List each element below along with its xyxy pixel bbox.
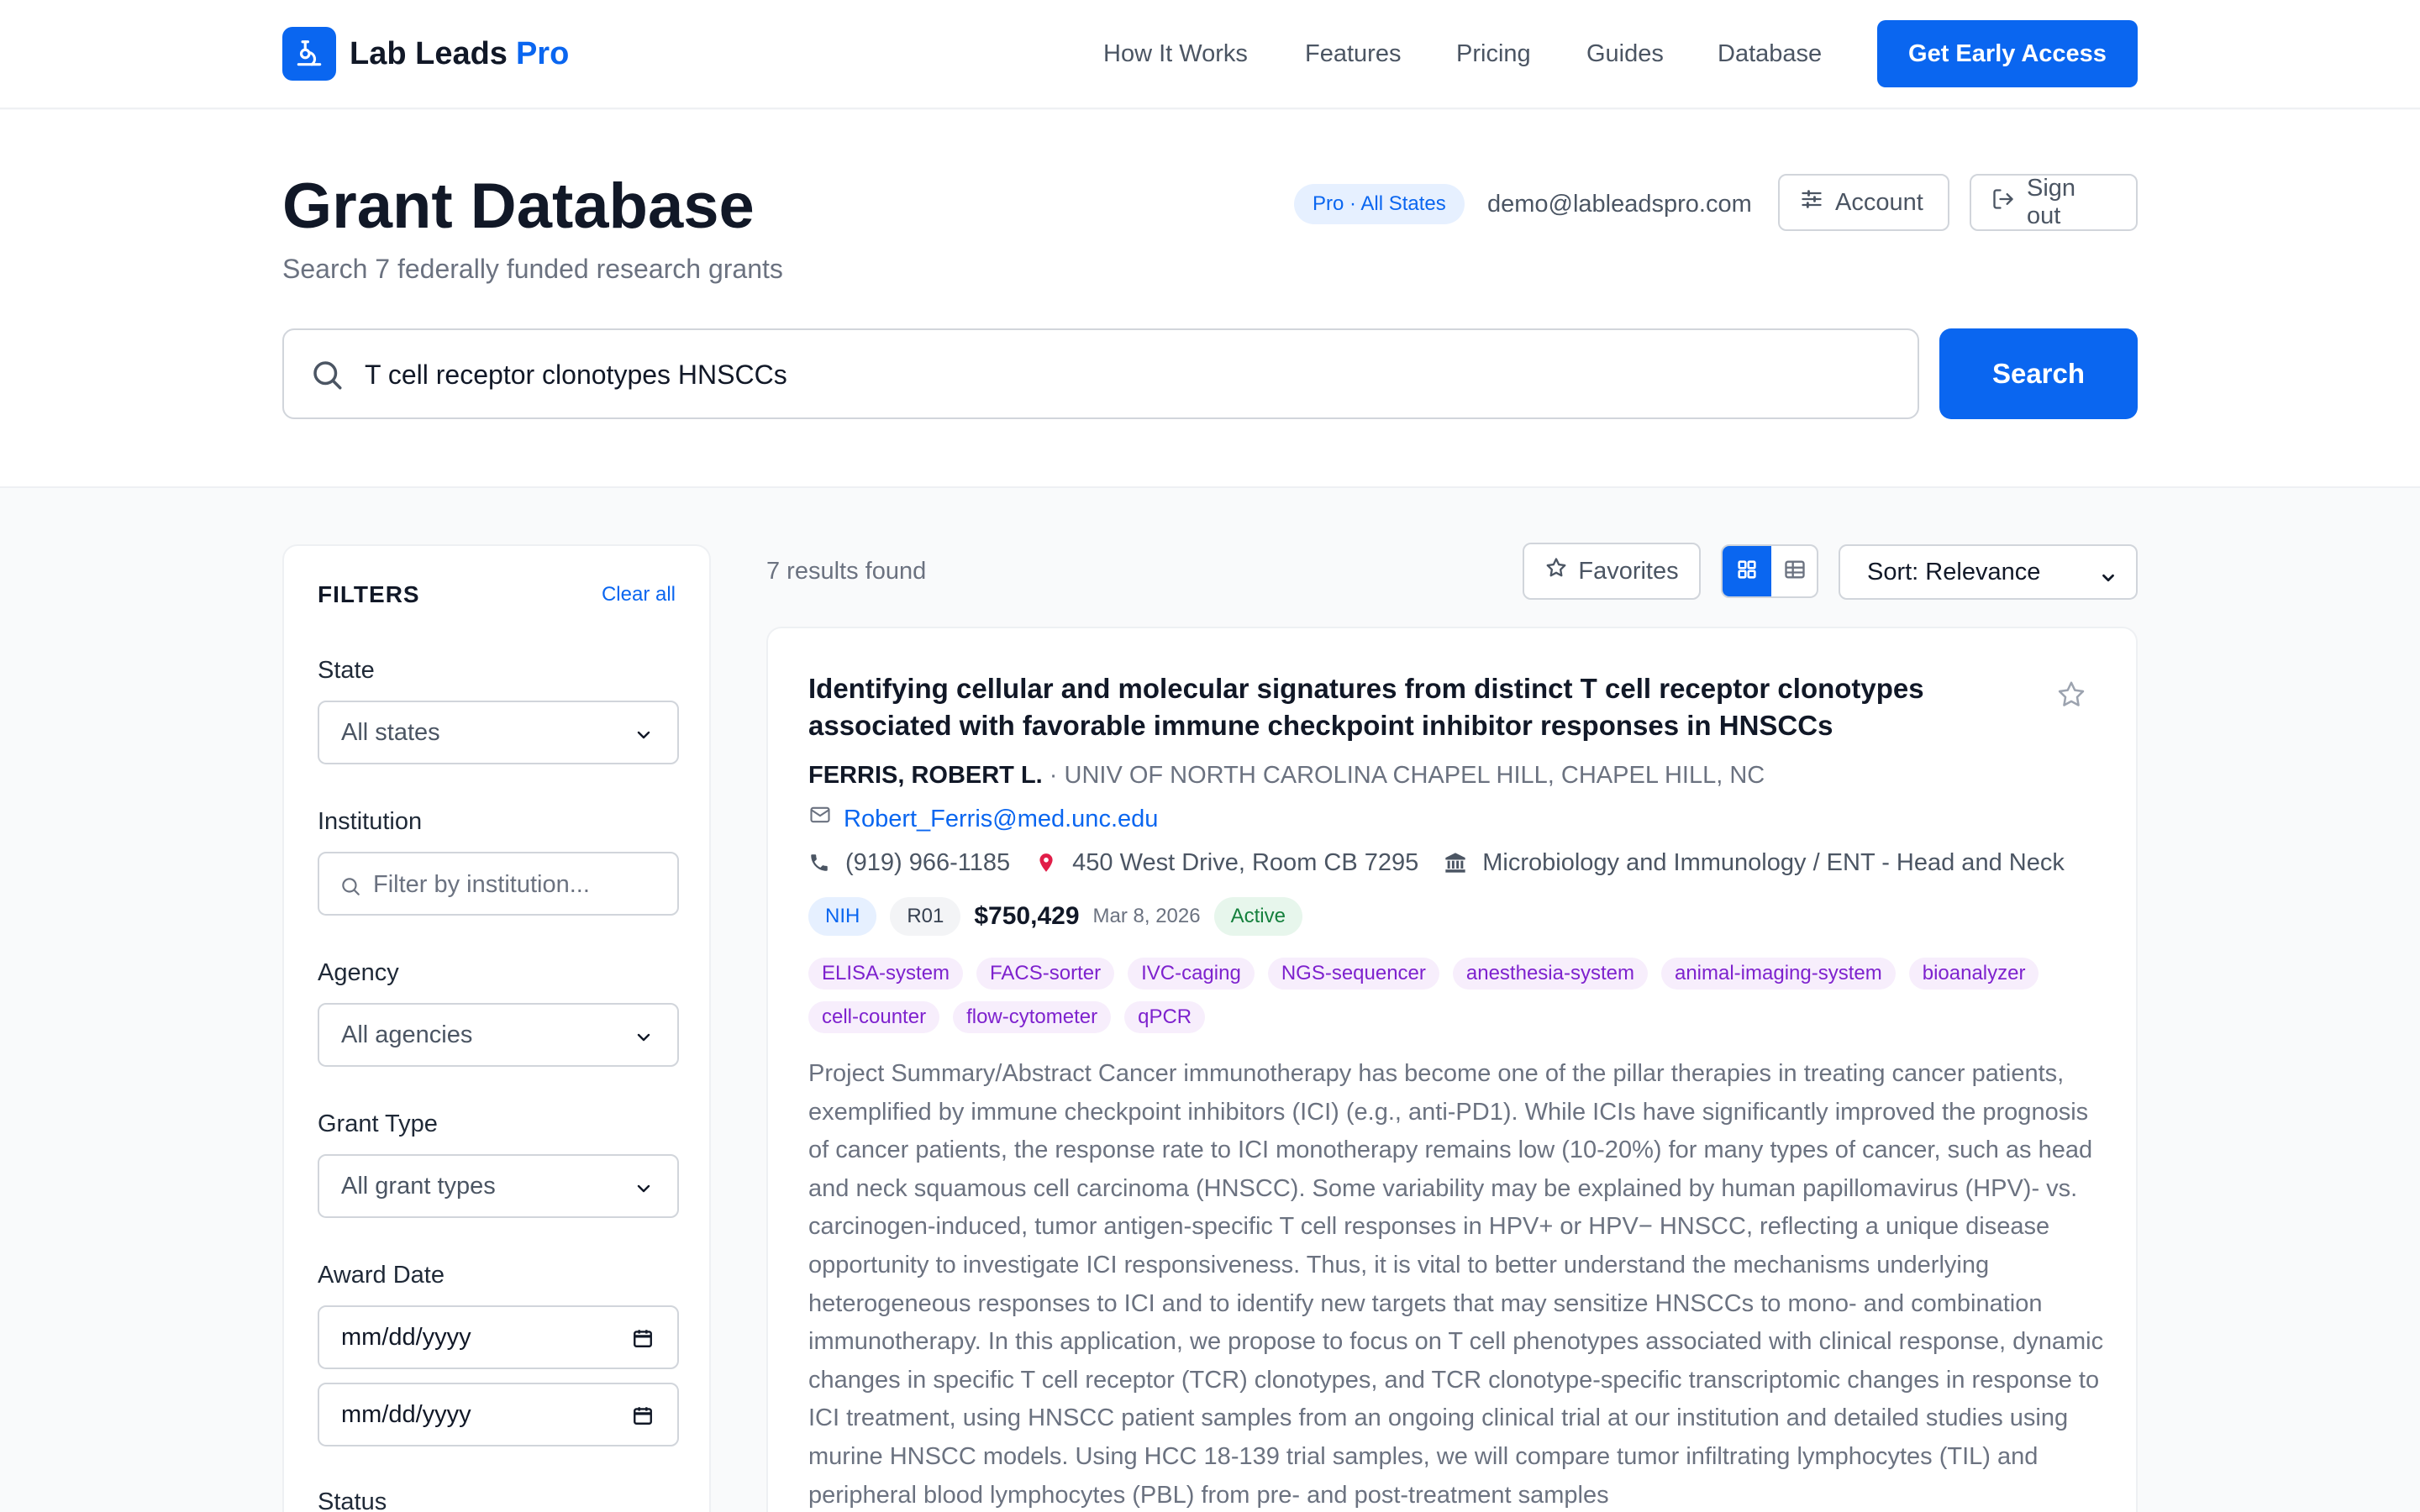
chevron-down-icon [634,1178,654,1205]
equipment-tag[interactable]: cell-counter [808,1001,940,1033]
pin-icon [1035,852,1057,874]
agency-value: All agencies [341,1021,473,1048]
institution-label: Institution [318,808,423,835]
search-bar[interactable] [282,328,1919,419]
date-to-value: mm/dd/yyyy [341,1400,471,1428]
award-date-to[interactable]: mm/dd/yyyy [318,1383,679,1446]
top-nav: Lab Leads Pro How It Works Features Prici… [0,0,2420,109]
page-title: Grant Database [282,171,755,242]
grant-type-badge: R01 [890,897,961,936]
table-icon [1783,558,1807,585]
grant-meta: NIH R01 $750,429 Mar 8, 2026 Active [808,897,1302,936]
mail-icon [808,803,832,835]
sign-out-button[interactable]: Sign out [1970,174,2138,231]
grid-icon [1735,558,1759,585]
star-icon [1544,556,1568,586]
sliders-icon [1800,187,1823,218]
user-email: demo@lableadspro.com [1487,191,1752,218]
sign-out-icon [1991,187,2015,218]
grant-title[interactable]: Identifying cellular and molecular signa… [808,670,1968,744]
search-button[interactable]: Search [1939,328,2138,419]
award-date: Mar 8, 2026 [1092,905,1201,927]
grid-view-button[interactable] [1723,546,1771,596]
pi-address: 450 West Drive, Room CB 7295 [1072,849,1419,876]
grant-type-label: Grant Type [318,1110,438,1137]
equipment-tag[interactable]: flow-cytometer [953,1001,1112,1033]
agency-select[interactable]: All agencies [318,1003,679,1067]
clear-all-link[interactable]: Clear all [602,583,676,606]
equipment-tag[interactable]: bioanalyzer [1908,958,2039,990]
account-label: Account [1835,188,1923,216]
building-icon [1444,851,1467,874]
favorites-button[interactable]: Favorites [1523,543,1701,600]
equipment-tag[interactable]: NGS-sequencer [1267,958,1439,990]
grant-type-select[interactable]: All grant types [318,1154,679,1218]
nav-how-it-works[interactable]: How It Works [1103,37,1248,71]
filters-panel: FILTERS Clear all State All states Insti… [282,544,711,1512]
nav-guides[interactable]: Guides [1586,37,1664,71]
account-button[interactable]: Account [1778,174,1949,231]
calendar-icon[interactable] [632,1404,654,1433]
award-amount: $750,429 [974,902,1080,930]
brand-accent: Pro [515,36,570,71]
equipment-tag[interactable]: animal-imaging-system [1660,958,1896,990]
pi-line: FERRIS, ROBERT L. · UNIV OF NORTH CAROLI… [808,759,1765,791]
sort-value: Sort: Relevance [1867,558,2041,585]
phone-icon [808,852,830,874]
equipment-tag[interactable]: ELISA-system [808,958,964,990]
pi-email-link[interactable]: Robert_Ferris@med.unc.edu [844,803,1158,835]
pi-name: FERRIS, ROBERT L. [808,762,1043,789]
plan-badge: Pro · All States [1294,184,1465,224]
email-line: Robert_Ferris@med.unc.edu [808,803,1158,835]
equipment-tag[interactable]: anesthesia-system [1452,958,1648,990]
agency-badge: NIH [808,897,877,936]
nav-features[interactable]: Features [1305,37,1401,71]
filters-title: FILTERS [318,581,420,607]
results-count: 7 results found [766,558,927,585]
equipment-tag[interactable]: FACS-sorter [976,958,1115,990]
grant-card: Identifying cellular and molecular signa… [766,627,2138,1512]
award-date-label: Award Date [318,1262,445,1289]
status-label: Status [318,1488,387,1512]
favorites-label: Favorites [1578,557,1679,585]
nav-database[interactable]: Database [1718,37,1822,71]
institution-input[interactable] [373,865,659,904]
sort-select[interactable]: Sort: Relevance [1839,544,2138,600]
equipment-tag[interactable]: qPCR [1124,1001,1206,1033]
view-toggle [1721,544,1818,598]
chevron-down-icon [634,724,654,752]
pi-institution: · UNIV OF NORTH CAROLINA CHAPEL HILL, CH… [1049,762,1765,789]
sign-out-label: Sign out [2027,175,2076,229]
state-select[interactable]: All states [318,701,679,764]
brand-label: Lab Leads [350,36,508,71]
page-header: Grant Database Search 7 federally funded… [0,110,2420,488]
logo-icon[interactable] [282,27,336,81]
equipment-tag[interactable]: IVC-caging [1128,958,1255,990]
contact-line: (919) 966-1185 450 West Drive, Room CB 7… [808,847,2065,879]
grant-type-value: All grant types [341,1172,496,1200]
award-date-from[interactable]: mm/dd/yyyy [318,1305,679,1369]
nav-pricing[interactable]: Pricing [1456,37,1531,71]
chevron-down-icon [634,1026,654,1054]
pi-phone: (919) 966-1185 [845,849,1011,876]
page-subtitle: Search 7 federally funded research grant… [282,254,783,284]
date-from-value: mm/dd/yyyy [341,1323,471,1351]
search-icon [309,357,345,396]
agency-label: Agency [318,959,399,986]
get-early-access-button[interactable]: Get Early Access [1877,20,2138,87]
grant-abstract: Project Summary/Abstract Cancer immunoth… [808,1060,2104,1509]
institution-filter[interactable] [318,852,679,916]
brand-name[interactable]: Lab Leads Pro [350,34,569,74]
state-value: All states [341,718,440,746]
state-label: State [318,657,375,684]
search-input[interactable] [365,347,1877,402]
pi-department: Microbiology and Immunology / ENT - Head… [1482,849,2065,876]
chevron-down-icon [2099,566,2118,594]
star-icon[interactable] [2055,679,2087,715]
status-badge: Active [1213,897,1302,936]
calendar-icon[interactable] [632,1327,654,1356]
equipment-tags: ELISA-system FACS-sorter IVC-caging NGS-… [808,958,2119,1033]
search-icon [339,875,361,901]
table-view-button[interactable] [1771,546,1817,596]
